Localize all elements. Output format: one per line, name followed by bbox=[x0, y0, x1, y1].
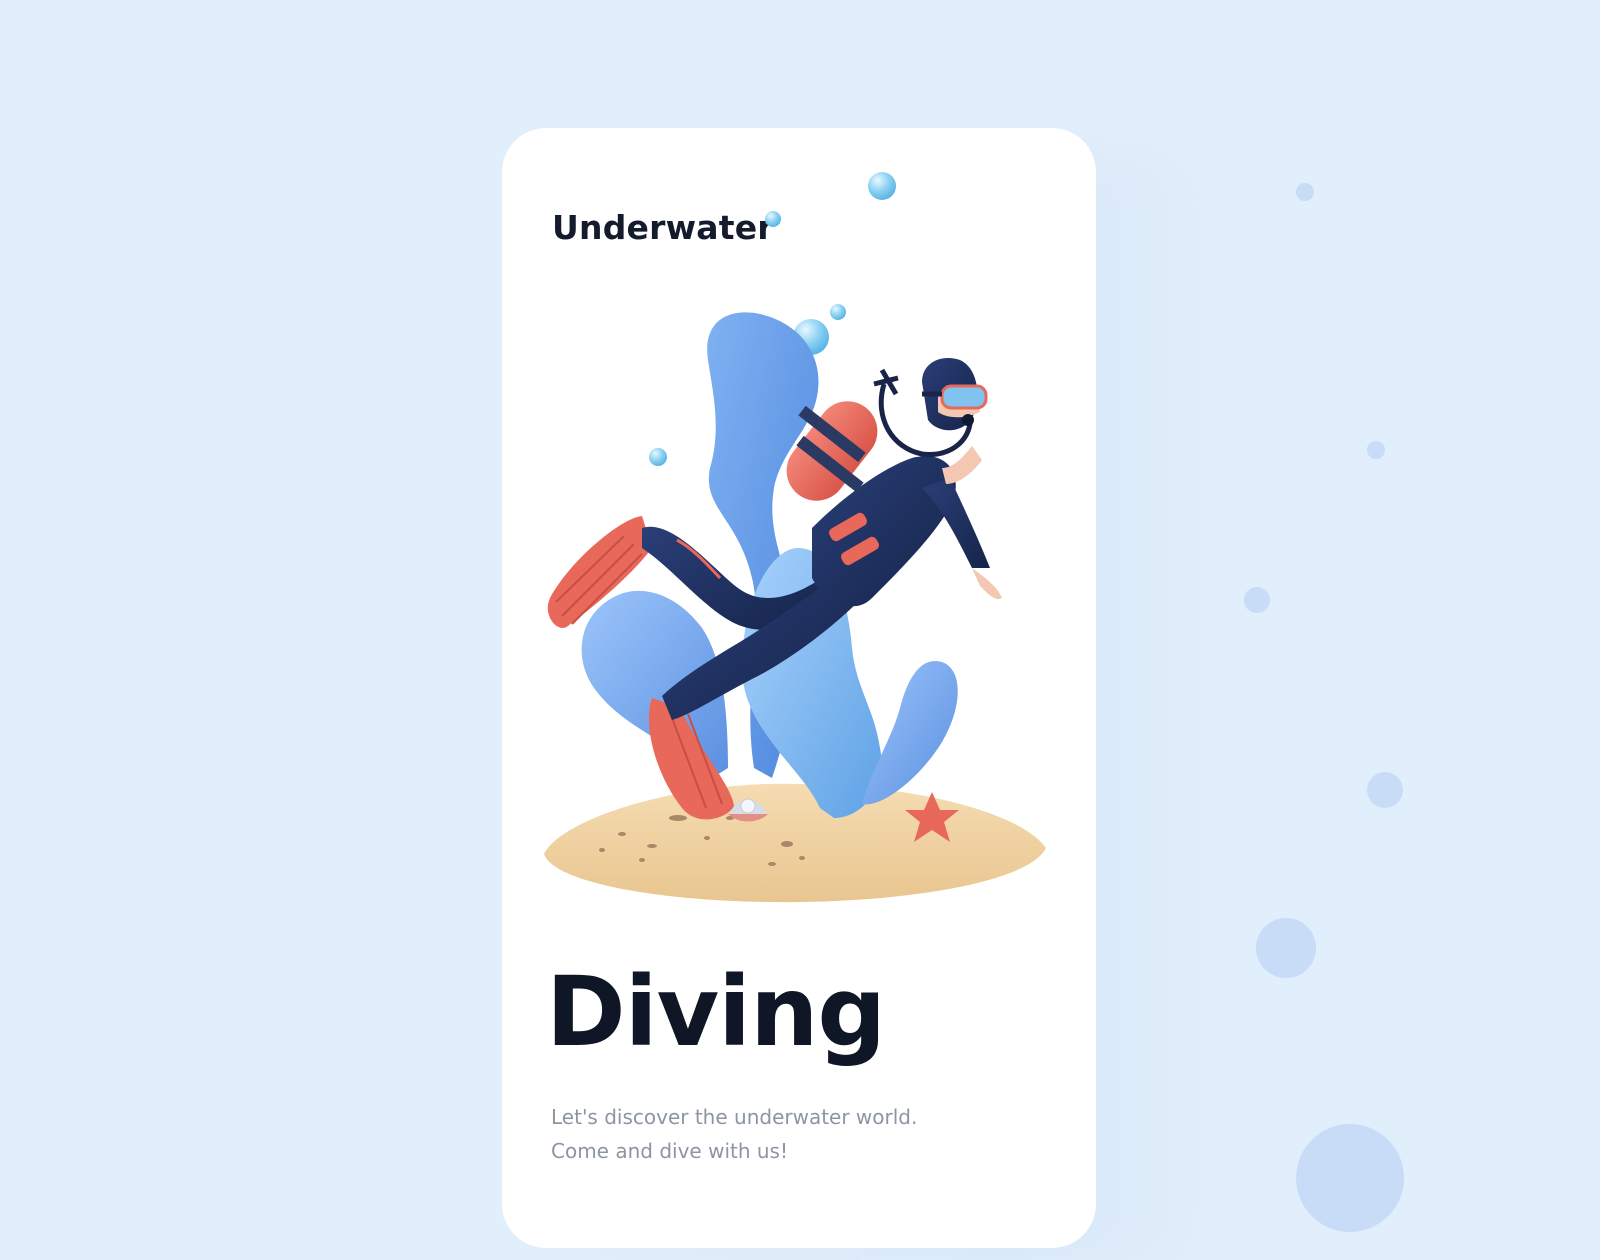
bubble bbox=[830, 304, 846, 320]
background-bubble bbox=[1296, 183, 1314, 201]
background-bubble bbox=[1367, 441, 1385, 459]
dive-mask bbox=[940, 384, 988, 410]
background-bubble bbox=[1296, 1124, 1404, 1232]
hand bbox=[972, 568, 1002, 600]
onboarding-card: Underwater Diving Let's discover the und… bbox=[502, 128, 1096, 1248]
sand-island bbox=[544, 783, 1046, 903]
diver-illustration bbox=[544, 172, 1046, 903]
bubble bbox=[649, 448, 667, 466]
hero-title: Diving bbox=[546, 956, 886, 1068]
hero-subtitle-line: Let's discover the underwater world. bbox=[551, 1105, 918, 1129]
hero-subtitle-line: Come and dive with us! bbox=[551, 1139, 788, 1163]
hero-subtitle: Let's discover the underwater world. Com… bbox=[551, 1100, 917, 1168]
bubble bbox=[765, 211, 781, 227]
bubble bbox=[868, 172, 896, 200]
background-bubble bbox=[1367, 772, 1403, 808]
background-bubble bbox=[1256, 918, 1316, 978]
background-bubble bbox=[1244, 587, 1270, 613]
